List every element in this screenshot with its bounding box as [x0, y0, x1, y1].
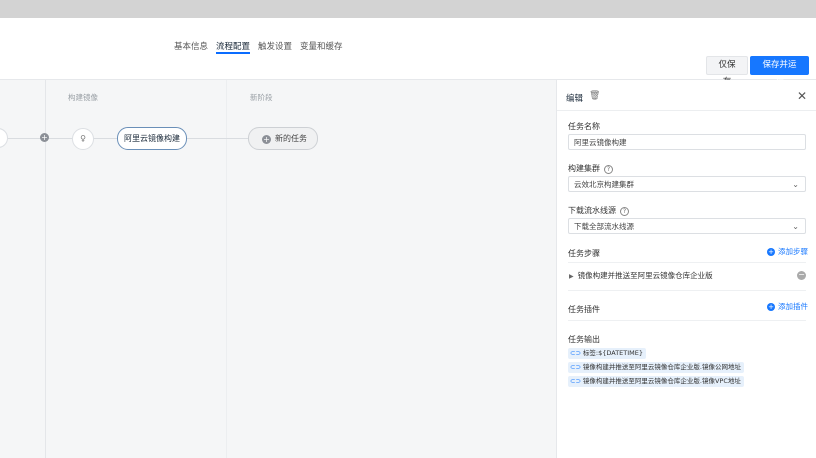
- tab-trigger-settings[interactable]: 触发设置: [254, 41, 296, 61]
- add-plugin-button[interactable]: + 添加插件: [767, 301, 808, 312]
- save-and-run-button[interactable]: 保存并运行: [750, 56, 809, 87]
- link-icon: ⊂⊃: [570, 349, 581, 357]
- remove-step-icon[interactable]: −: [797, 271, 806, 280]
- task-name-input[interactable]: 阿里云镜像构建: [568, 134, 806, 150]
- cluster-label: 构建集群?: [568, 163, 613, 174]
- add-stage-icon[interactable]: +: [40, 133, 49, 142]
- edit-panel: 编辑 🗑 ✕ 任务名称 阿里云镜像构建 构建集群? 云效北京构建集群 ⌄ 下载流水…: [556, 80, 816, 458]
- plus-circle-icon: +: [767, 303, 775, 311]
- new-task-label: 新的任务: [275, 134, 307, 143]
- stage-label-new-stage[interactable]: 新阶段: [250, 92, 273, 103]
- section-divider: [568, 320, 806, 321]
- link-icon: ⊂⊃: [570, 363, 581, 371]
- download-source-select[interactable]: 下载全部流水线源 ⌄: [568, 218, 806, 234]
- stage-label-build-image: 构建镜像: [68, 93, 98, 102]
- new-task-button[interactable]: + 新的任务: [248, 127, 318, 150]
- add-step-button[interactable]: + 添加步骤: [767, 246, 808, 257]
- browser-top-strip: [0, 0, 816, 18]
- caret-right-icon[interactable]: ▶: [569, 270, 574, 284]
- panel-title: 编辑: [566, 94, 584, 104]
- pipeline-tabs: 基本信息 流程配置 触发设置 变量和缓存: [170, 41, 347, 61]
- trash-icon[interactable]: 🗑: [589, 91, 600, 101]
- tab-basic-info[interactable]: 基本信息: [170, 41, 212, 61]
- connector-line: [0, 138, 72, 139]
- task-steps-label: 任务步骤: [568, 249, 600, 258]
- plus-circle-icon: +: [767, 248, 775, 256]
- cluster-select[interactable]: 云效北京构建集群 ⌄: [568, 176, 806, 192]
- stage-divider: [226, 80, 227, 458]
- tab-flow-config[interactable]: 流程配置: [212, 41, 254, 61]
- link-icon: ⊂⊃: [570, 377, 581, 385]
- chevron-down-icon: ⌄: [792, 222, 799, 231]
- job-node-aliyun-image-build[interactable]: 阿里云镜像构建: [117, 127, 187, 150]
- chevron-down-icon: ⌄: [792, 180, 799, 189]
- output-tag[interactable]: ⊂⊃ 镜像构建并推送至阿里云镜像仓库企业版.镜像公网地址: [568, 362, 744, 373]
- help-icon[interactable]: ?: [620, 207, 629, 216]
- output-tag[interactable]: ⊂⊃ 镜像构建并推送至阿里云镜像仓库企业版.镜像VPC地址: [568, 376, 744, 387]
- close-icon[interactable]: ✕: [797, 89, 807, 103]
- tab-variables-cache[interactable]: 变量和缓存: [296, 41, 347, 61]
- task-step-item[interactable]: ▶ 镜像构建并推送至阿里云镜像仓库企业版 −: [568, 269, 806, 283]
- task-plugins-label: 任务插件: [568, 305, 600, 314]
- connector-line: [92, 138, 117, 139]
- plus-circle-icon: +: [262, 135, 271, 144]
- download-source-label: 下载流水线源?: [568, 205, 629, 216]
- section-divider: [568, 290, 806, 291]
- task-output-label: 任务输出: [568, 335, 600, 344]
- stage-trigger-icon[interactable]: ♀: [72, 128, 94, 150]
- task-name-label: 任务名称: [568, 122, 600, 131]
- help-icon[interactable]: ?: [604, 165, 613, 174]
- save-only-button[interactable]: 仅保存: [706, 56, 748, 87]
- connector-line: [185, 138, 248, 139]
- output-tag[interactable]: ⊂⊃ 标签:${DATETIME}: [568, 348, 647, 359]
- page-header: [0, 18, 816, 80]
- panel-divider: [557, 110, 816, 111]
- section-divider: [568, 262, 806, 263]
